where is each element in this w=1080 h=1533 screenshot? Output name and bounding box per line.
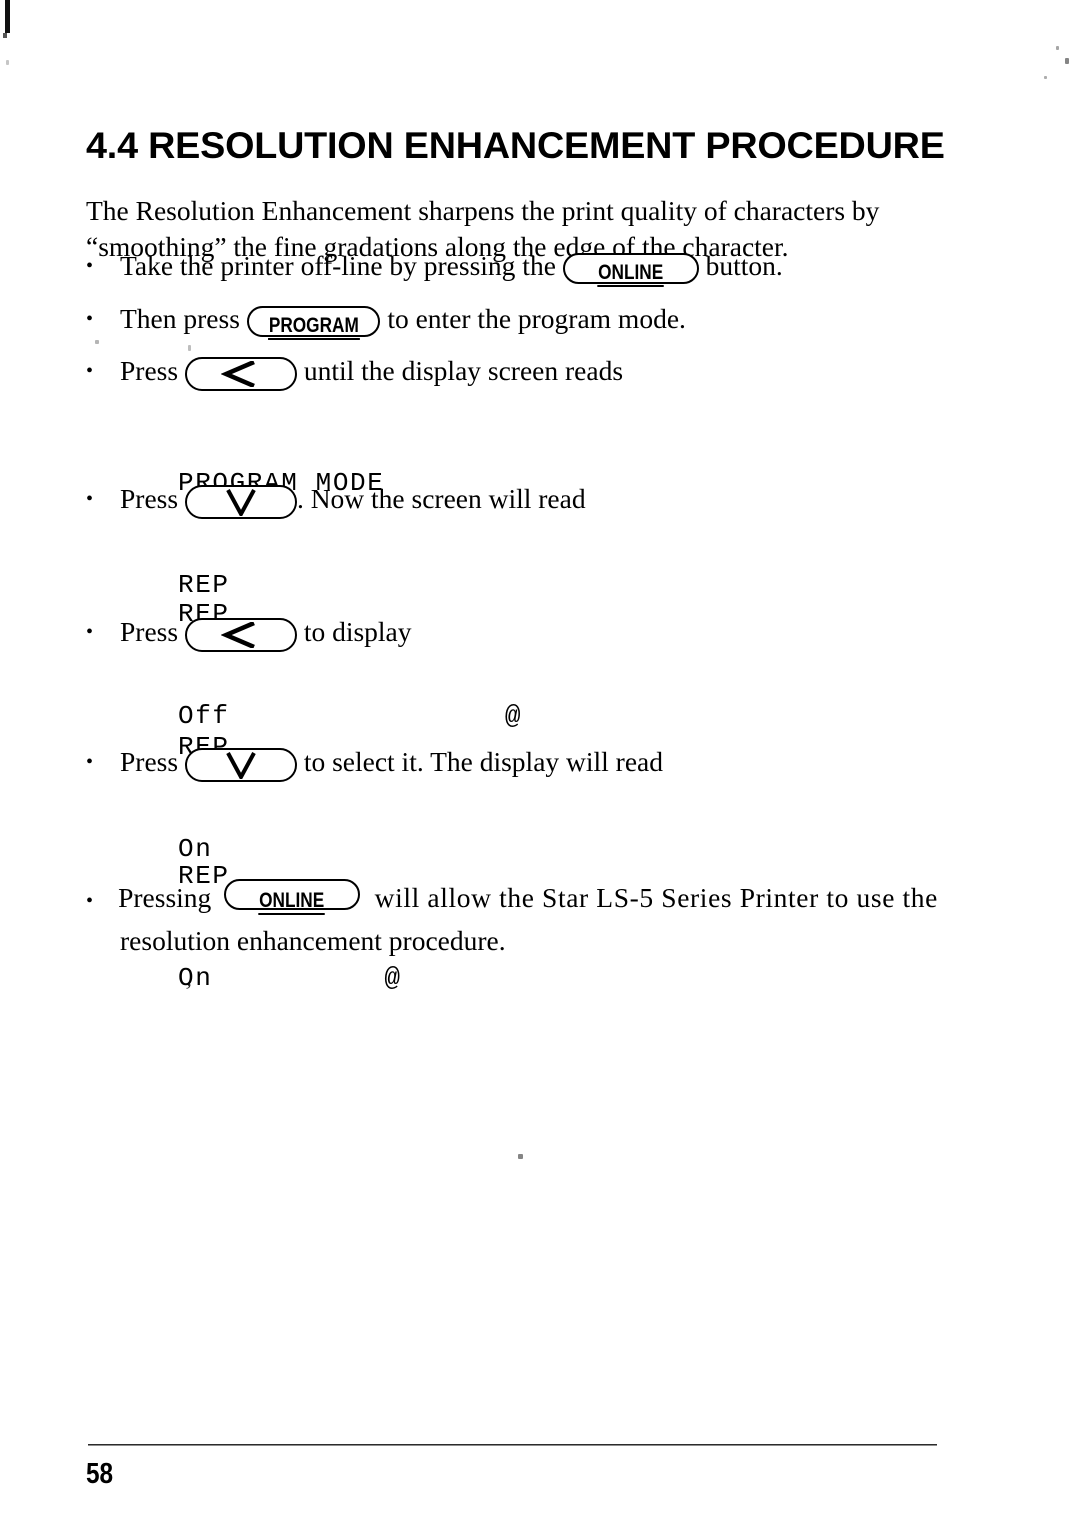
scan-speck xyxy=(518,1154,523,1159)
online-key-label: ONLINE xyxy=(258,890,325,915)
step-press-left-1-text-after: until the display screen reads xyxy=(303,355,624,386)
scan-edge-artifact xyxy=(5,0,10,33)
bullet-marker xyxy=(86,353,120,389)
down-arrow-key-button[interactable] xyxy=(184,484,297,519)
step-press-left-2: Press to display xyxy=(86,614,412,652)
bullet-marker xyxy=(86,481,120,517)
step-pressing-online-text-after: will allow the Star LS-5 Series Printer … xyxy=(374,882,938,913)
step-program-text-before: Then press xyxy=(120,303,240,334)
step-press-left-1: Press until the display screen reads xyxy=(86,353,623,391)
chevron-down-icon xyxy=(226,488,256,516)
step-press-down-1: Press . Now the screen will read xyxy=(86,481,586,519)
scan-speck xyxy=(188,345,191,351)
scan-speck xyxy=(1044,76,1047,79)
bullet-marker xyxy=(86,614,120,650)
chevron-down-icon xyxy=(226,751,256,779)
bullet-marker xyxy=(86,881,118,921)
step-program: Then press PROGRAM to enter the program … xyxy=(86,301,686,341)
left-arrow-key-button[interactable] xyxy=(184,356,297,391)
scan-edge-artifact-nub xyxy=(3,33,7,38)
display-rep-on-selected-line-2: On @ xyxy=(178,963,402,993)
program-key-button[interactable]: PROGRAM xyxy=(246,306,381,341)
step-offline-text-before: Take the printer off-line by pressing th… xyxy=(120,250,556,281)
intro-line-1: The Resolution Enhancement sharpens the … xyxy=(86,194,880,226)
step-press-left-2-text-before: Press xyxy=(120,616,179,647)
online-key-button[interactable]: ONLINE xyxy=(562,253,699,288)
step-offline: Take the printer off-line by pressing th… xyxy=(86,248,783,288)
scan-speck xyxy=(1065,58,1069,64)
step-press-down-2-text-after: to select it. The display will read xyxy=(303,746,664,777)
step-program-text-after: to enter the program mode. xyxy=(387,303,686,334)
step-pressing-online-line-1: Pressing ONLINE will allow the Star LS-5 S… xyxy=(86,878,938,921)
step-press-down-1-text-after: . Now the screen will read xyxy=(296,483,586,514)
bullet-marker xyxy=(86,744,120,780)
page-title: 4.4 RESOLUTION ENHANCEMENT PROCEDURE xyxy=(86,124,945,166)
step-press-left-1-text-before: Press xyxy=(120,355,179,386)
left-arrow-key-button[interactable] xyxy=(184,617,297,652)
chevron-left-icon xyxy=(220,621,255,648)
step-press-down-2-text-before: Press xyxy=(120,746,179,777)
step-press-down-1-text-before: Press xyxy=(120,483,179,514)
page-number: 58 xyxy=(86,1458,114,1490)
step-pressing-online-line-2: resolution enhancement procedure. xyxy=(120,925,506,956)
step-offline-text-after: button. xyxy=(705,250,783,281)
online-key-label: ONLINE xyxy=(597,262,665,288)
chevron-left-icon xyxy=(220,360,255,387)
step-press-down-2: Press to select it. The display will rea… xyxy=(86,744,663,782)
program-key-label: PROGRAM xyxy=(267,315,360,341)
scan-speck xyxy=(95,340,99,344)
online-key-button[interactable]: ONLINE xyxy=(223,879,360,915)
bullet-marker xyxy=(86,301,120,337)
document-page: ’ 4.4 RESOLUTION ENHANCEMENT PROCEDURE T… xyxy=(0,0,1080,1533)
scan-speck xyxy=(6,60,9,65)
step-pressing-online-text-before: Pressing xyxy=(118,882,212,913)
bullet-marker xyxy=(86,248,120,284)
step-pressing-online: Pressing ONLINE will allow the Star LS-5 S… xyxy=(86,878,938,961)
scan-speck xyxy=(1056,46,1059,50)
footer-divider xyxy=(88,1444,937,1446)
down-arrow-key-button[interactable] xyxy=(184,747,297,782)
step-press-left-2-text-after: to display xyxy=(303,616,412,647)
